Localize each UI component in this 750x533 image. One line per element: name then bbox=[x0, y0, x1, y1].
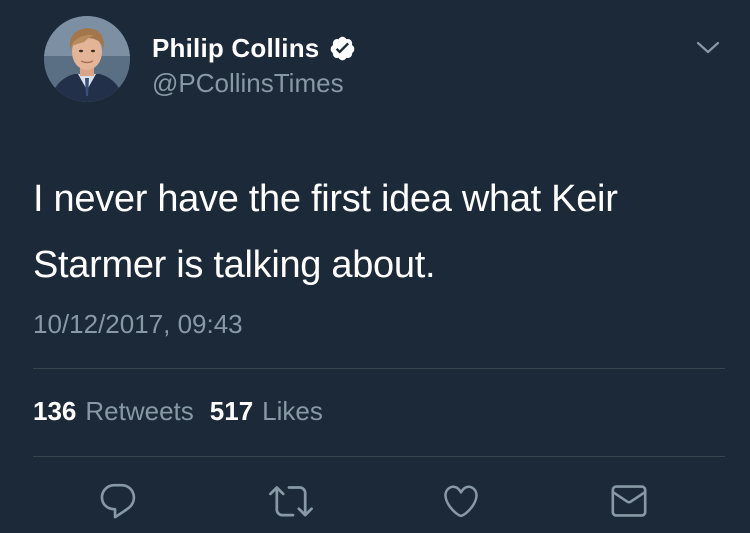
likes-label[interactable]: Likes bbox=[262, 396, 323, 427]
reply-button[interactable] bbox=[93, 476, 143, 526]
tweet-timestamp[interactable]: 10/12/2017, 09:43 bbox=[33, 309, 243, 340]
avatar[interactable] bbox=[44, 16, 130, 102]
tweet-text: I never have the first idea what Keir St… bbox=[33, 166, 713, 298]
likes-count[interactable]: 517 bbox=[210, 396, 253, 427]
divider bbox=[33, 456, 725, 457]
like-icon bbox=[444, 485, 478, 518]
author-handle[interactable]: @PCollinsTimes bbox=[152, 68, 344, 99]
retweet-icon bbox=[269, 486, 313, 517]
tweet-text-line: Starmer is talking about. bbox=[33, 244, 436, 286]
verified-badge-icon bbox=[329, 35, 356, 62]
tweet-stats: 136 Retweets 517 Likes bbox=[33, 396, 323, 427]
author-display-name[interactable]: Philip Collins bbox=[152, 33, 319, 64]
tweet-text-line: I never have the first idea what Keir bbox=[33, 178, 618, 220]
retweet-button[interactable] bbox=[266, 476, 316, 526]
reply-icon bbox=[100, 483, 136, 519]
like-button[interactable] bbox=[436, 476, 486, 526]
tweet-card: Philip Collins @PCollinsTimes I never ha… bbox=[0, 0, 750, 533]
chevron-down-icon[interactable] bbox=[694, 38, 722, 58]
tweet-actions bbox=[0, 476, 750, 526]
retweets-count[interactable]: 136 bbox=[33, 396, 76, 427]
profile-photo-icon bbox=[44, 16, 130, 102]
retweets-label[interactable]: Retweets bbox=[85, 396, 193, 427]
direct-message-button[interactable] bbox=[604, 476, 654, 526]
divider bbox=[33, 368, 725, 369]
direct-message-icon bbox=[611, 485, 647, 517]
author-name-row[interactable]: Philip Collins bbox=[152, 30, 356, 66]
